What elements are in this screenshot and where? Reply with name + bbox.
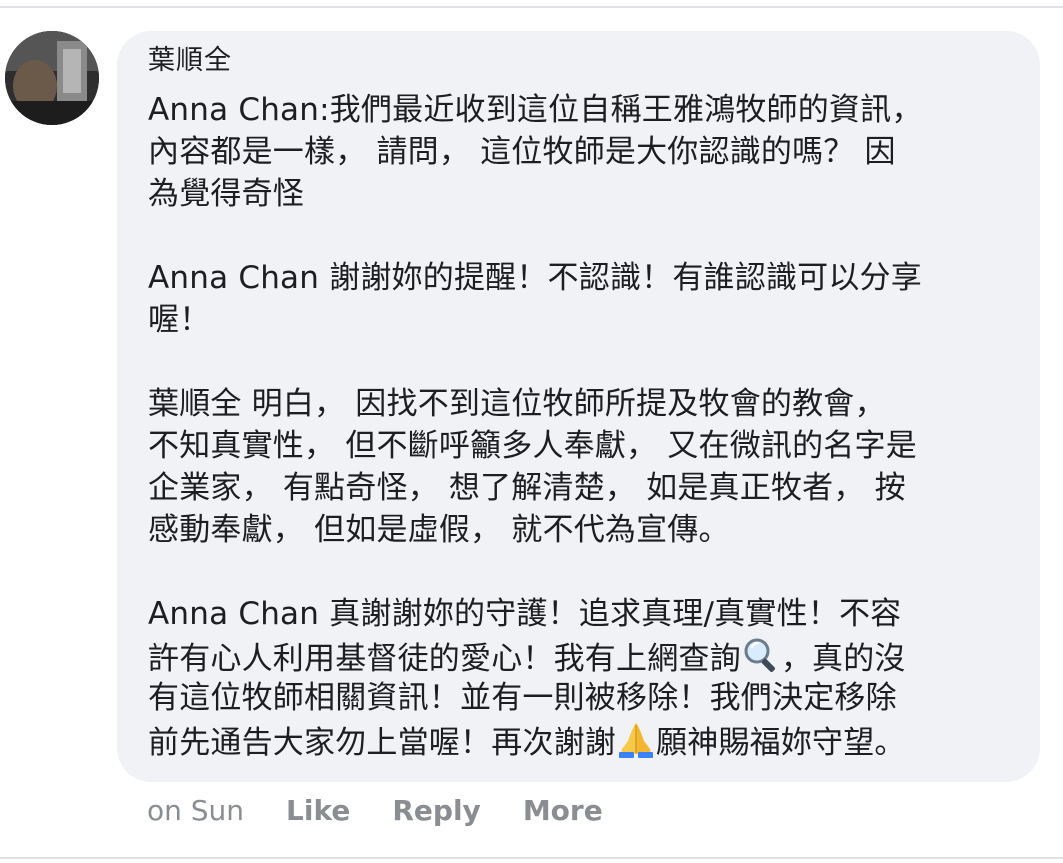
avatar-photo [5, 31, 99, 125]
like-button[interactable]: Like [286, 794, 350, 827]
comment-line: Anna Chan:我們最近收到這位自稱王雅鴻牧師的資訊， [148, 92, 923, 128]
comment-line: 前先通告大家勿上當喔！再次謝謝 願神賜福妳守望。 [148, 719, 1010, 761]
comment-line: 葉順全 明白， 因找不到這位牧師所提及牧會的教會， [148, 386, 886, 422]
more-button[interactable]: More [523, 794, 603, 827]
comment-line: 企業家， 有點奇怪， 想了解清楚， 如是真正牧者， 按 [148, 470, 906, 506]
comment-line: 喔！ [148, 302, 211, 338]
folded-hands-icon [619, 723, 653, 758]
comment-body: Anna Chan:我們最近收到這位自稱王雅鴻牧師的資訊， 內容都是一樣， 請問… [148, 89, 1010, 761]
comment-paragraph: Anna Chan 謝謝妳的提醒！不認識！有誰認識可以分享 喔！ [148, 257, 1010, 341]
comment-line-text: 願神賜福妳守望。 [656, 725, 906, 761]
comment-line-text: ，真的沒 [780, 641, 906, 677]
comment-line: Anna Chan 謝謝妳的提醒！不認識！有誰認識可以分享 [148, 260, 922, 296]
reply-button[interactable]: Reply [392, 794, 480, 827]
comment-line: 感動奉獻， 但如是虛假， 就不代為宣傳。 [148, 512, 730, 548]
comment-line: Anna Chan 真謝謝妳的守護！追求真理/真實性！不容 [148, 596, 902, 632]
comment-line: 不知真實性， 但不斷呼籲多人奉獻， 又在微訊的名字是 [148, 428, 917, 464]
comment-paragraph: Anna Chan 真謝謝妳的守護！追求真理/真實性！不容 許有心人利用基督徒的… [148, 593, 1010, 761]
comment-paragraph: Anna Chan:我們最近收到這位自稱王雅鴻牧師的資訊， 內容都是一樣， 請問… [148, 89, 1010, 215]
avatar[interactable] [5, 31, 99, 125]
bottom-divider [0, 857, 1063, 859]
comment-actions: on Sun Like Reply More [147, 790, 645, 830]
comment-line: 有這位牧師相關資訊！並有一則被移除！我們決定移除 [148, 680, 897, 716]
comment-line-text: 許有心人利用基督徒的愛心！我有上網查詢 [148, 641, 741, 677]
comment-author[interactable]: 葉順全 [148, 43, 1010, 89]
comment-line: 內容都是一樣， 請問， 這位牧師是大你認識的嗎？ 因 [148, 134, 896, 170]
magnifying-glass-icon [744, 638, 775, 672]
comment-bubble: 葉順全 Anna Chan:我們最近收到這位自稱王雅鴻牧師的資訊， 內容都是一樣… [117, 31, 1040, 782]
comment-line-text: 前先通告大家勿上當喔！再次謝謝 [148, 725, 616, 761]
comment-line: 許有心人利用基督徒的愛心！我有上網查詢 ，真的沒 [148, 635, 1010, 677]
comment-timestamp[interactable]: on Sun [147, 794, 244, 827]
comment-line: 為覺得奇怪 [148, 176, 304, 212]
top-divider [0, 6, 1063, 8]
comment-paragraph: 葉順全 明白， 因找不到這位牧師所提及牧會的教會， 不知真實性， 但不斷呼籲多人… [148, 383, 1010, 551]
